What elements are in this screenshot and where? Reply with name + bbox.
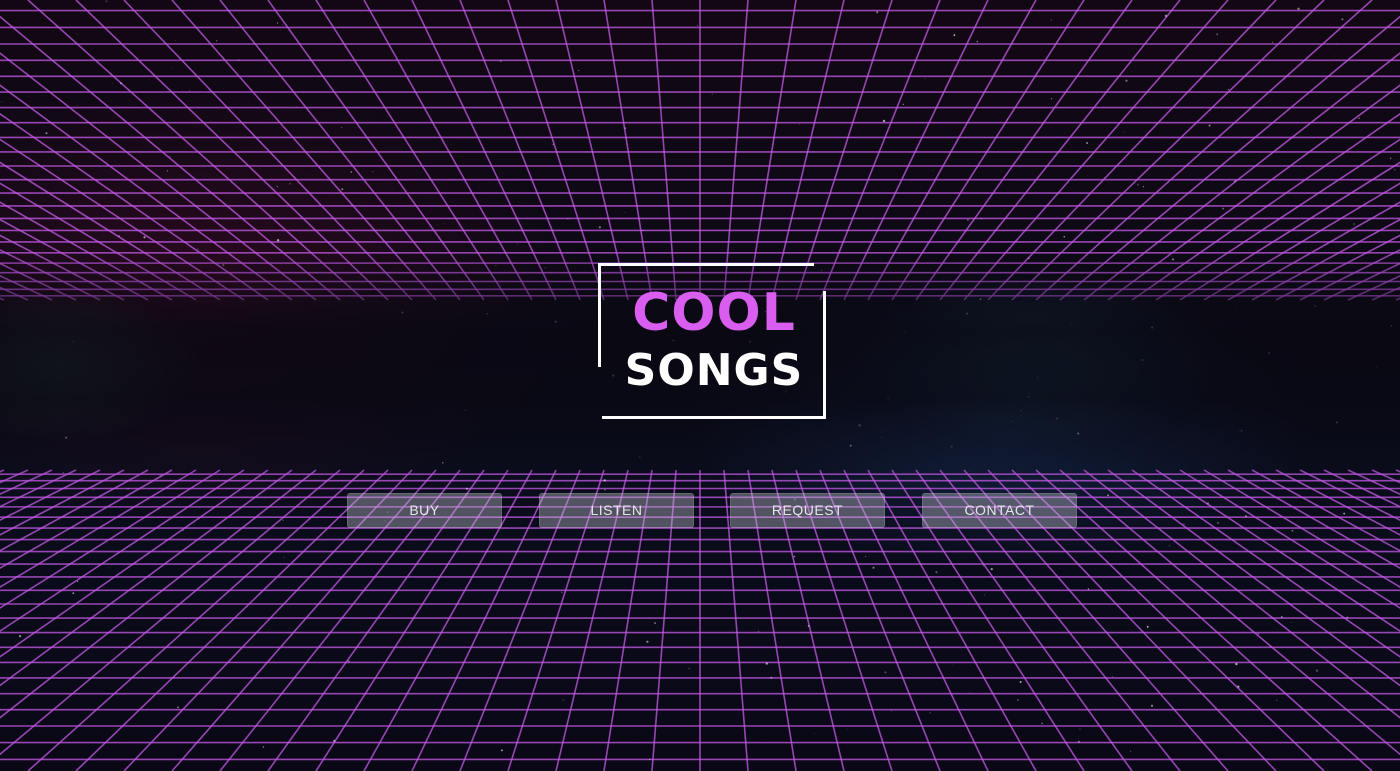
logo-word-songs: SONGS — [624, 345, 804, 396]
buy-button[interactable]: BUY — [347, 493, 502, 528]
page-background: COOL SONGS BUY LISTEN REQUEST CONTACT — [0, 0, 1400, 771]
contact-button[interactable]: CONTACT — [922, 493, 1077, 528]
logo-word-cool: COOL — [632, 283, 796, 343]
site-logo[interactable]: COOL SONGS — [598, 263, 826, 419]
main-nav: BUY LISTEN REQUEST CONTACT — [347, 493, 1078, 529]
listen-button[interactable]: LISTEN — [539, 493, 694, 528]
request-button[interactable]: REQUEST — [730, 493, 885, 528]
